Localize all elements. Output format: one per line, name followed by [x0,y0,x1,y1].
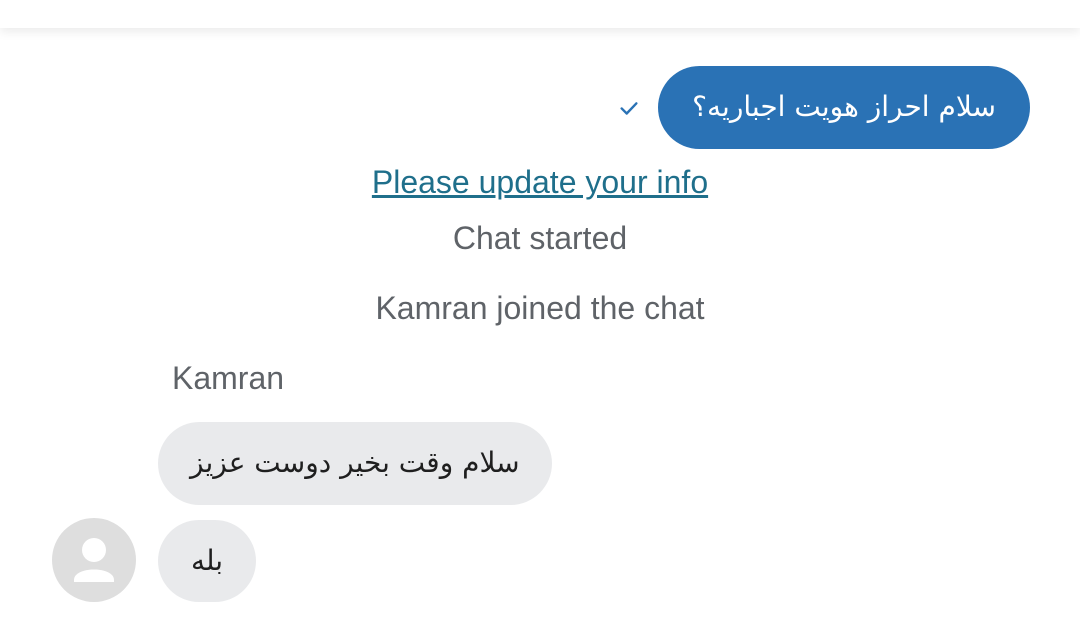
received-message-bubble: سلام وقت بخیر دوست عزیز [158,422,552,505]
agent-name: Kamran [172,360,285,396]
update-info-link[interactable]: Please update your info [0,164,1080,201]
sent-message-bubble: سلام احراز هویت اجباریه؟ [658,66,1030,149]
system-message-chat-started: Chat started [452,220,628,256]
check-icon [616,95,642,121]
top-bar [0,0,1080,28]
user-placeholder-icon [52,518,136,602]
received-message-bubble: بله [158,520,256,602]
system-message-agent-joined: Kamran joined the chat [375,290,705,326]
sent-message-row: سلام احراز هویت اجباریه؟ [616,66,1030,149]
